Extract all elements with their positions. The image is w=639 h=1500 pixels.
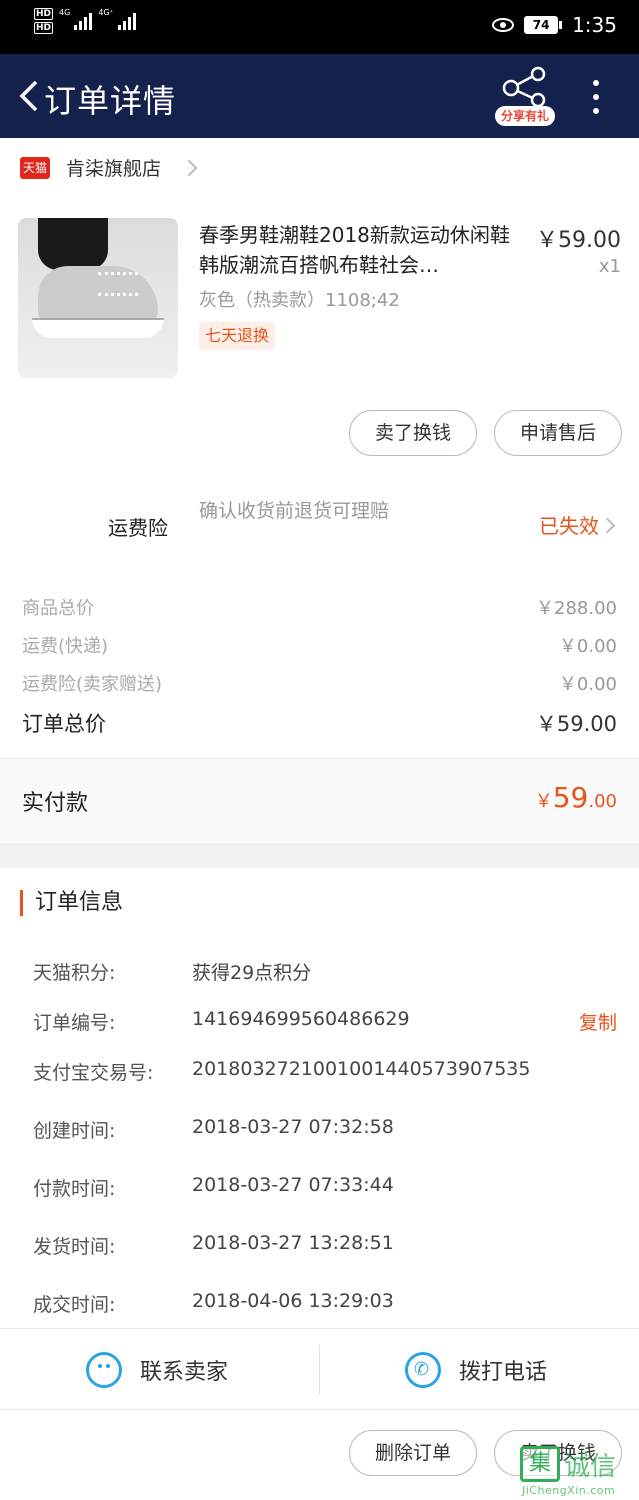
call-phone-button[interactable]: ✆ 拨打电话 [405, 1329, 547, 1411]
share-icon [502, 66, 546, 108]
info-key: 天猫积分: [33, 962, 116, 984]
order-info-title: 订单信息 [20, 890, 123, 916]
phone-icon: ✆ [405, 1352, 441, 1388]
info-key: 创建时间: [33, 1120, 116, 1142]
info-key: 订单编号: [33, 1012, 116, 1034]
order-total-label: 订单总价 [22, 712, 106, 736]
info-key: 付款时间: [33, 1178, 116, 1200]
currency-symbol: ￥ [534, 791, 553, 812]
sell-for-cash-button[interactable]: 卖了换钱 [349, 410, 477, 456]
battery-icon: 74 [524, 16, 563, 34]
amount-integer: 59 [552, 781, 589, 814]
fee-value: ￥0.00 [558, 674, 617, 695]
status-bar: HD HD 4G 4G⁺ 74 1:35 [0, 0, 639, 54]
fee-label: 运费(快递) [22, 636, 109, 657]
shop-name: 肯柒旗舰店 [66, 158, 162, 180]
watermark: 集 诚信 JiChengXin.com [514, 1440, 639, 1500]
tmall-logo-icon: 天猫 [20, 156, 50, 179]
sim1-hd-badge: HD [34, 8, 54, 20]
info-value: 2018-04-06 13:29:03 [192, 1290, 394, 1312]
contact-bar: 联系卖家 ✆ 拨打电话 [0, 1328, 639, 1410]
order-total-value: ￥59.00 [535, 712, 617, 736]
order-total-row: 订单总价 ￥59.00 [22, 708, 617, 738]
info-key: 支付宝交易号: [33, 1062, 154, 1084]
info-value: 2018-03-27 13:28:51 [192, 1232, 394, 1254]
divider [319, 1345, 320, 1395]
battery-level: 74 [524, 16, 559, 34]
contact-seller-button[interactable]: 联系卖家 [86, 1329, 228, 1411]
info-value: 2018-03-27 07:33:44 [192, 1174, 394, 1196]
seven-day-return-tag: 七天退换 [199, 322, 276, 350]
watermark-logo: 集 [520, 1446, 560, 1482]
info-value: 获得29点积分 [192, 962, 312, 984]
network-type-2: 4G⁺ [98, 8, 114, 17]
delete-order-button[interactable]: 删除订单 [349, 1430, 477, 1476]
signal-indicators: HD HD 4G 4G⁺ [34, 8, 136, 34]
order-info-panel: 订单信息 天猫积分: 获得29点积分 订单编号: 141694699560486… [0, 868, 639, 1328]
shipping-insurance-label: 运费险 [108, 516, 168, 540]
info-value: 2018-03-27 07:32:58 [192, 1116, 394, 1138]
nav-bar: 订单详情 分享有礼 [0, 54, 639, 138]
chat-smile-icon [86, 1352, 122, 1388]
eye-comfort-icon [492, 18, 515, 32]
sim2-hd-badge: HD [34, 22, 54, 34]
fee-label: 运费险(卖家赠送) [22, 674, 163, 695]
network-type-1: 4G [59, 8, 71, 17]
call-phone-label: 拨打电话 [459, 1360, 548, 1385]
product-image[interactable] [18, 218, 178, 378]
shop-link[interactable]: 天猫 肯柒旗舰店 [20, 154, 198, 181]
chevron-right-icon [599, 517, 616, 534]
product-price: ￥59.00 [536, 228, 621, 253]
actual-payment-row: 实付款 ￥59.00 [0, 758, 639, 842]
info-value: 2018032721001001440573907535 [192, 1058, 531, 1080]
shipping-insurance-status[interactable]: 已失效 [539, 510, 599, 539]
product-spec: 灰色（热卖款）1108;42 [199, 290, 400, 311]
shipping-insurance-description: 确认收货前退货可理赔 [199, 500, 390, 522]
order-summary-panel: 天猫 肯柒旗舰店 春季男鞋潮鞋2018新款运动休闲鞋韩版潮流百搭帆布鞋社会… ￥… [0, 138, 639, 843]
more-options-icon[interactable] [588, 80, 604, 114]
chevron-right-icon [180, 159, 198, 176]
amount-decimal: .00 [588, 791, 617, 812]
fee-value: ￥288.00 [536, 598, 617, 619]
fee-row-shipping-insurance: 运费险(卖家赠送) ￥0.00 [22, 670, 617, 696]
fee-row-goods-total: 商品总价 ￥288.00 [22, 594, 617, 620]
actual-payment-amount: ￥59.00 [535, 781, 617, 814]
back-arrow-icon[interactable] [18, 80, 40, 112]
watermark-text: 诚信 [564, 1452, 617, 1482]
share-button[interactable]: 分享有礼 [495, 66, 555, 128]
product-title[interactable]: 春季男鞋潮鞋2018新款运动休闲鞋韩版潮流百搭帆布鞋社会… [199, 220, 519, 280]
contact-seller-label: 联系卖家 [140, 1360, 229, 1385]
product-quantity: x1 [598, 256, 621, 277]
fee-row-shipping: 运费(快递) ￥0.00 [22, 632, 617, 658]
fee-value: ￥0.00 [558, 636, 617, 657]
share-gift-badge: 分享有礼 [495, 106, 555, 126]
signal-strength-1-icon [74, 12, 93, 30]
apply-after-sale-button[interactable]: 申请售后 [494, 410, 622, 456]
info-key: 成交时间: [33, 1294, 116, 1316]
info-value: 141694699560486629 [192, 1008, 410, 1030]
fee-label: 商品总价 [22, 598, 94, 619]
actual-payment-label: 实付款 [22, 791, 89, 816]
copy-order-number-button[interactable]: 复制 [579, 1008, 617, 1035]
page-title: 订单详情 [44, 82, 177, 120]
clock: 1:35 [572, 13, 617, 37]
signal-strength-2-icon [117, 12, 136, 30]
info-key: 发货时间: [33, 1236, 116, 1258]
watermark-url: JiChengXin.com [522, 1484, 616, 1497]
